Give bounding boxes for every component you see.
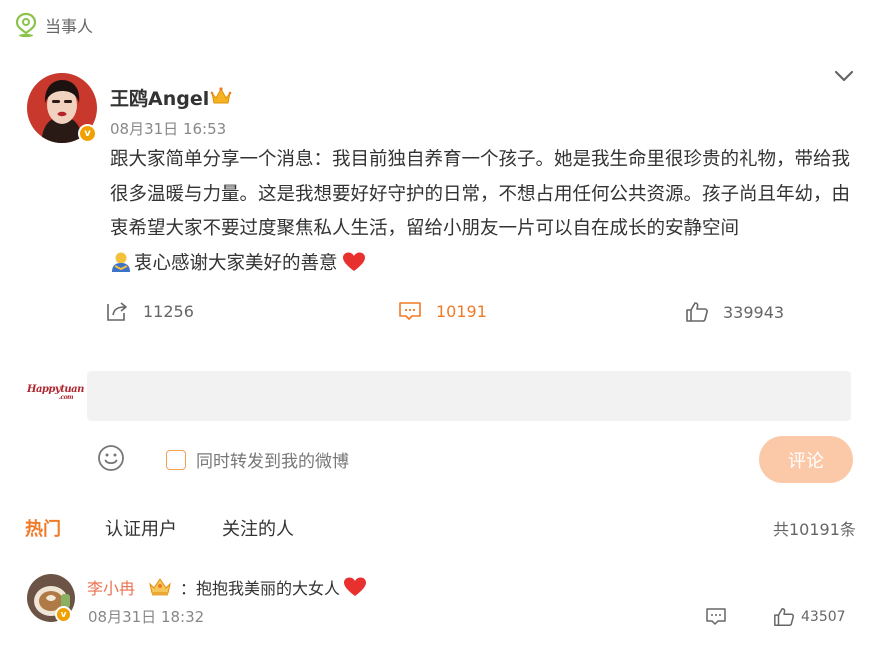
chevron-down-icon[interactable] [834,68,854,84]
like-count: 339943 [723,302,785,322]
post-text: 跟大家简单分享一个消息：我目前独自养育一个孩子。她是我生命里很珍贵的礼物，带给我… [110,143,850,281]
thumbs-up-icon [774,608,795,626]
tab-following[interactable]: 关注的人 [222,515,294,541]
comment-body: ：抱抱我美丽的大女人 [180,579,341,598]
comment-like-button[interactable]: 43507 [773,606,846,628]
topic-tag[interactable]: 当事人 [15,12,93,38]
my-avatar-logo: Happytuan [27,384,84,395]
post-time[interactable]: 08月31日 16:53 [110,118,226,139]
verified-badge-icon: v [78,124,97,143]
tab-hot[interactable]: 热门 [25,515,61,541]
post-body: 跟大家简单分享一个消息：我目前独自养育一个孩子。她是我生命里很珍贵的礼物，带给我… [110,149,851,239]
checkbox-box[interactable] [166,449,186,470]
comment-time: 08月31日 18:32 [88,608,205,626]
comment-button[interactable]: 10191 [398,299,487,323]
post-body-tail: 衷心感谢大家美好的善意 [134,252,338,274]
comment-count: 10191 [436,301,487,321]
repost-icon [107,302,127,321]
heart-icon [344,577,367,596]
share-to-weibo-checkbox[interactable]: 同时转发到我的微博 [166,447,349,472]
heart-icon [342,252,365,271]
share-to-weibo-label: 同时转发到我的微博 [196,452,349,472]
author-name[interactable]: 王鸥Angel [110,84,209,111]
commenter-name[interactable]: 李小冉 [87,575,135,599]
reply-icon[interactable] [705,607,727,627]
my-avatar-logo-sub: .com [58,394,74,401]
comment-icon [399,302,421,320]
thumbs-up-icon [686,302,708,322]
like-button[interactable]: 339943 [685,300,784,324]
comment-input[interactable] [87,371,851,421]
repost-button[interactable]: 11256 [105,299,194,323]
repost-count: 11256 [143,301,194,321]
smiley-icon[interactable] [97,444,125,472]
comment-text: ：抱抱我美丽的大女人 [180,575,367,599]
comment-like-count: 43507 [801,609,846,625]
crown-icon [149,578,171,596]
tab-verified-users[interactable]: 认证用户 [105,515,177,541]
crown-icon [210,87,232,104]
submit-comment-button[interactable]: 评论 [759,436,853,483]
hug-icon [112,252,130,272]
topic-label: 当事人 [45,17,94,36]
comment-total: 共10191条 [773,520,856,539]
verified-badge-icon: v [55,606,72,623]
my-avatar[interactable]: Happytuan .com [27,384,84,404]
location-pin-icon [15,12,37,38]
